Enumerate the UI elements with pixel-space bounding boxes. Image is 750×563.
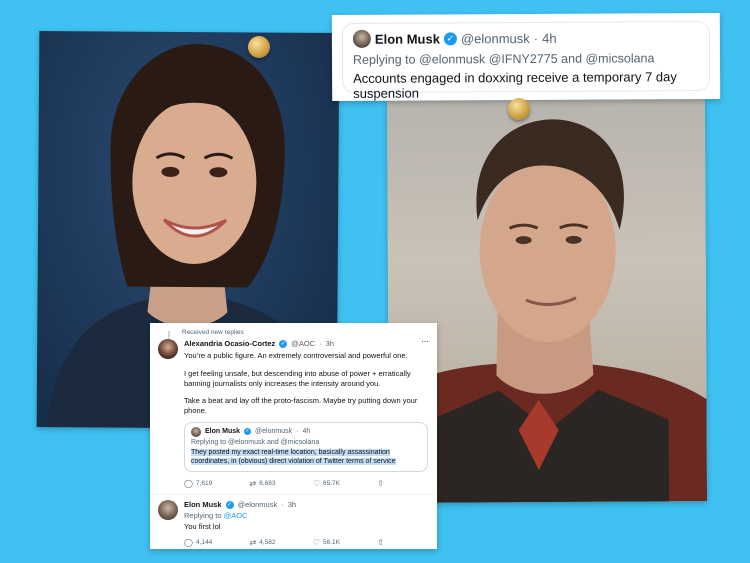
more-options-icon[interactable]: ···	[422, 337, 430, 346]
reply-count: 7,619	[195, 479, 213, 487]
replying-prefix: Replying to	[352, 52, 416, 67]
quoted-text: They posted my exact real-time location,…	[191, 448, 421, 467]
verified-icon: ✓	[244, 428, 252, 436]
author-handle[interactable]: @elonmusk	[461, 30, 530, 45]
thread-connector	[168, 331, 170, 339]
like-button[interactable]: ♡ 56.1K	[313, 538, 340, 547]
author-name: Elon Musk	[205, 428, 241, 436]
author-handle[interactable]: @elonmusk	[238, 500, 278, 509]
separator-dot: ·	[533, 30, 539, 46]
elon-reply-tweet[interactable]: Elon Musk ✓ @elonmusk · 3h Replying to @…	[158, 500, 429, 547]
tweet-actions: ◯ 7,619 ⇄ 6,683 ♡ 65.7K ⇧	[184, 479, 384, 488]
pin-icon	[508, 98, 530, 120]
author-name[interactable]: Elon Musk	[375, 31, 440, 46]
pin-icon	[248, 36, 270, 58]
retweet-button[interactable]: ⇄ 6,683	[250, 479, 276, 488]
author-name[interactable]: Elon Musk	[184, 500, 222, 509]
replying-line: Replying to @AOC	[184, 511, 429, 520]
replying-to-handle[interactable]: @AOC	[224, 511, 248, 520]
replying-prefix: Replying to	[184, 511, 222, 520]
received-new-replies[interactable]: Received new replies	[182, 329, 244, 336]
tweet-paragraph-2: I get feeling unsafe, but descending int…	[184, 368, 411, 388]
reply-icon: ◯	[184, 538, 193, 547]
like-icon: ♡	[312, 538, 320, 547]
verified-icon: ✓	[279, 339, 288, 348]
tweet-text: Accounts engaged in doxxing receive a te…	[353, 69, 677, 101]
share-icon: ⇧	[377, 538, 384, 547]
divider	[150, 494, 437, 495]
reply-count: 4,144	[195, 539, 213, 546]
retweet-count: 4,582	[259, 539, 276, 546]
reply-icon: ◯	[184, 478, 193, 488]
retweet-icon: ⇄	[249, 538, 257, 547]
author-name[interactable]: Alexandria Ocasio-Cortez	[184, 339, 275, 348]
replying-line: Replying to @elonmusk and @micsolana	[191, 438, 320, 446]
like-count: 65.7K	[322, 479, 340, 487]
share-button[interactable]: ⇧	[377, 479, 384, 488]
retweet-button[interactable]: ⇄ 4,582	[250, 538, 276, 547]
tweet-text: You first lol	[184, 522, 221, 531]
replying-to-handles[interactable]: @elonmusk @IFNY2775 and @micsolana	[419, 51, 654, 66]
top-tweet[interactable]: Elon Musk ✓ @elonmusk · 4h Replying to @…	[341, 21, 711, 101]
quoted-tweet[interactable]: Elon Musk ✓ @elonmusk · 4h Replying to @…	[184, 421, 428, 472]
tweet-thread-card: Received new replies Alexandria Ocasio-C…	[150, 323, 437, 549]
like-icon: ♡	[312, 478, 320, 488]
top-tweet-card: Elon Musk ✓ @elonmusk · 4h Replying to @…	[331, 12, 721, 102]
highlighted-text: They posted my exact real-time location,…	[191, 448, 396, 466]
replying-line: Replying to @elonmusk @IFNY2775 and @mic…	[353, 51, 699, 67]
avatar[interactable]	[191, 426, 201, 437]
retweet-count: 6,683	[259, 479, 276, 487]
avatar[interactable]	[352, 29, 371, 48]
reply-button[interactable]: ◯ 4,144	[184, 538, 212, 547]
separator-dot: ·	[281, 500, 284, 509]
author-handle[interactable]: @AOC	[291, 339, 315, 348]
like-count: 56.1K	[322, 539, 340, 546]
tweet-paragraph-3: Take a beat and lay off the proto-fascis…	[184, 396, 418, 415]
avatar[interactable]	[158, 500, 178, 520]
tweet-paragraph-1: You’re a public figure. An extremely con…	[184, 351, 408, 360]
like-button[interactable]: ♡ 65.7K	[313, 479, 340, 488]
verified-icon: ✓	[225, 500, 234, 509]
author-handle: @elonmusk	[255, 428, 293, 436]
share-icon: ⇧	[377, 478, 384, 488]
verified-icon: ✓	[443, 31, 457, 45]
tweet-time: 4h	[302, 428, 311, 436]
separator-dot: ·	[296, 428, 299, 436]
retweet-icon: ⇄	[249, 478, 257, 488]
separator-dot: ·	[319, 339, 322, 348]
avatar[interactable]	[158, 339, 178, 359]
aoc-tweet[interactable]: Alexandria Ocasio-Cortez ✓ @AOC · 3h ···…	[158, 337, 430, 488]
tweet-time[interactable]: 3h	[326, 339, 334, 348]
reply-button[interactable]: ◯ 7,619	[184, 479, 212, 488]
tweet-time[interactable]: 3h	[288, 500, 296, 509]
share-button[interactable]: ⇧	[377, 538, 384, 547]
tweet-time[interactable]: 4h	[542, 30, 557, 45]
tweet-actions: ◯ 4,144 ⇄ 4,582 ♡ 56.1K ⇧	[184, 538, 384, 547]
